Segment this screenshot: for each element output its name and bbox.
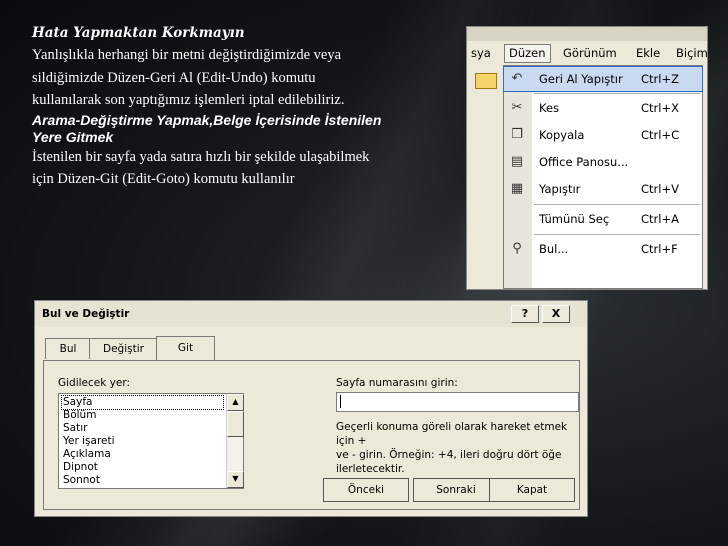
copy-icon: ❐ — [511, 127, 523, 142]
dialog-titlebar[interactable]: Bul ve Değiştir ? X — [35, 301, 587, 327]
next-button[interactable]: Sonraki — [413, 478, 499, 502]
para-goto-line: için Düzen-Git (Edit-Goto) komutu kullan… — [32, 171, 295, 187]
menu-item-undo[interactable]: ↶ Geri Al Yapıştır Ctrl+Z — [503, 66, 703, 92]
menu-item-find[interactable]: ⚲ Bul... Ctrl+F — [504, 237, 702, 261]
para-undo-line: Yanlışlıkla herhangi bir metni değiştird… — [32, 47, 342, 63]
menu-separator — [534, 93, 700, 94]
close-button[interactable]: X — [542, 305, 570, 323]
list-item[interactable]: Satır — [62, 422, 223, 435]
list-item[interactable]: Bölüm — [62, 409, 223, 422]
menu-item-shortcut: Ctrl+A — [641, 212, 679, 226]
menu-item-label: Tümünü Seç — [539, 212, 610, 226]
menu-item-office-clipboard[interactable]: ▤ Office Panosu... — [504, 150, 702, 174]
menu-item-shortcut: Ctrl+Z — [641, 72, 679, 86]
cut-icon: ✂ — [511, 100, 523, 115]
list-item[interactable]: Dipnot — [62, 461, 223, 474]
list-item[interactable]: Sonnot — [62, 474, 223, 487]
goto-what-listbox[interactable]: Sayfa Bölüm Satır Yer işareti Açıklama D… — [58, 393, 244, 489]
scroll-thumb[interactable] — [227, 411, 244, 437]
page-number-input[interactable] — [336, 392, 579, 412]
edit-dropdown-menu: ↶ Geri Al Yapıştır Ctrl+Z ✂ Kes Ctrl+X ❐… — [503, 65, 703, 289]
menu-item-label: Yapıştır — [539, 182, 581, 196]
heading-find-goto: Yere Gitmek — [32, 128, 114, 145]
para-undo-line: kullanılarak son yaptığımız işlemleri ip… — [32, 92, 345, 108]
menu-item-label: Kes — [539, 101, 560, 115]
menu-item-label: Office Panosu... — [539, 155, 629, 169]
description-line: ve - girin. Örneğin: +4, ileri doğru dör… — [336, 449, 562, 461]
chevron-down-icon[interactable]: ¥ — [597, 288, 605, 289]
menu-view[interactable]: Görünüm — [559, 45, 621, 62]
help-button[interactable]: ? — [511, 305, 539, 323]
tab-replace[interactable]: Değiştir — [89, 338, 158, 359]
menu-item-label: Geri Al Yapıştır — [539, 72, 623, 86]
goto-description: Geçerli konuma göreli olarak hareket etm… — [336, 420, 576, 476]
menu-separator — [534, 204, 700, 205]
slide-text-block: Hata Yapmaktan Korkmayın Yanlışlıkla her… — [32, 22, 472, 191]
scroll-down-icon[interactable]: ▼ — [227, 471, 244, 488]
menu-item-label: Bul... — [539, 242, 569, 256]
tab-goto[interactable]: Git — [156, 336, 215, 360]
page-number-label: Sayfa numarasını girin: — [336, 377, 458, 389]
menu-item-copy[interactable]: ❐ Kopyala Ctrl+C — [504, 123, 702, 147]
list-item[interactable]: Açıklama — [62, 448, 223, 461]
toolbar-strip — [467, 65, 503, 289]
find-replace-dialog: Bul ve Değiştir ? X Bul Değiştir Git Gid… — [34, 300, 588, 517]
menu-item-label: Kopyala — [539, 128, 585, 142]
menu-item-shortcut: Ctrl+F — [641, 242, 678, 256]
description-line: Geçerli konuma göreli olarak hareket etm… — [336, 421, 568, 447]
list-item[interactable]: Yer işareti — [62, 435, 223, 448]
clipboard-icon: ▤ — [510, 154, 524, 169]
undo-icon: ↶ — [511, 71, 523, 86]
menu-item-select-all[interactable]: Tümünü Seç Ctrl+A — [504, 207, 702, 231]
heading-undo: Hata Yapmaktan Korkmayın — [32, 25, 245, 41]
close-dialog-button[interactable]: Kapat — [489, 478, 575, 502]
tab-find[interactable]: Bul — [45, 338, 91, 359]
edit-menu-screenshot: sya Düzen Görünüm Ekle Biçim ↶ Geri Al Y… — [466, 26, 708, 290]
para-goto-line: İstenilen bir sayfa yada satıra hızlı bi… — [32, 148, 370, 165]
menu-edit[interactable]: Düzen — [504, 44, 551, 63]
open-folder-icon[interactable] — [475, 73, 497, 89]
menu-format-partial[interactable]: sya — [467, 45, 495, 62]
menu-item-shortcut: Ctrl+X — [641, 101, 679, 115]
list-item[interactable]: Sayfa — [61, 395, 224, 410]
scroll-up-icon[interactable]: ▲ — [227, 394, 244, 411]
menu-item-paste[interactable]: ▦ Yapıştır Ctrl+V — [504, 177, 702, 201]
menu-item-shortcut: Ctrl+V — [641, 182, 679, 196]
text-caret — [340, 395, 341, 408]
description-line: ilerletecektir. — [336, 463, 405, 475]
window-top-strip — [467, 27, 707, 41]
menu-item-cut[interactable]: ✂ Kes Ctrl+X — [504, 96, 702, 120]
listbox-scrollbar[interactable]: ▲ ▼ — [226, 394, 244, 488]
goto-what-label: Gidilecek yer: — [58, 377, 131, 389]
menu-item-shortcut: Ctrl+C — [641, 128, 680, 142]
para-undo-line: sildiğimizde Düzen-Geri Al (Edit-Undo) k… — [32, 69, 316, 86]
menu-insert[interactable]: Ekle — [632, 45, 664, 62]
previous-button[interactable]: Önceki — [323, 478, 409, 502]
paste-icon: ▦ — [510, 181, 524, 196]
heading-find-goto: Arama-Değiştirme Yapmak,Belge İçerisinde… — [32, 111, 382, 128]
menu-bar: sya Düzen Görünüm Ekle Biçim — [467, 41, 707, 65]
menu-separator — [534, 234, 700, 235]
menu-format[interactable]: Biçim — [672, 45, 707, 62]
binoculars-icon: ⚲ — [512, 241, 522, 256]
dialog-title: Bul ve Değiştir — [42, 308, 130, 320]
